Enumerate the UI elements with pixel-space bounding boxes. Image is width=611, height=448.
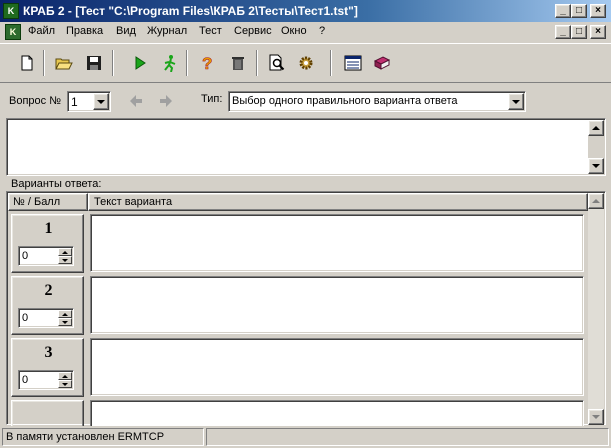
menu-test[interactable]: Тест [199,25,222,37]
spin-up-icon[interactable] [58,248,72,256]
answer-text-field[interactable] [90,338,584,396]
status-panel-left: В памяти установлен ERMTCP [2,428,204,446]
previous-arrow-icon[interactable] [129,94,143,108]
toolbar: ? [0,43,611,83]
menu-help[interactable]: ? [319,25,325,37]
mdi-minimize-button[interactable]: _ [555,25,571,39]
help-question-icon[interactable]: ? [195,51,219,75]
type-label: Тип: [201,93,223,105]
print-preview-icon[interactable] [265,51,289,75]
answer-number-cell: 2 0 [11,276,84,335]
column-header-number[interactable]: № / Балл [8,193,88,211]
answers-label: Варианты ответа: [11,178,102,190]
menu-window[interactable]: Окно [281,25,307,37]
answer-number: 3 [44,344,53,361]
scroll-up-icon[interactable] [588,193,604,209]
minimize-button[interactable]: _ [555,4,571,18]
score-spinner[interactable]: 0 [18,308,74,328]
spin-down-icon[interactable] [58,380,72,388]
spin-down-icon[interactable] [58,256,72,264]
running-man-icon[interactable] [158,51,182,75]
mdi-restore-button[interactable]: □ [571,25,587,39]
trash-delete-icon[interactable] [226,51,250,75]
question-number-dropdown[interactable]: 1 [67,91,111,112]
document-icon[interactable]: K [5,24,21,40]
spin-up-icon[interactable] [58,372,72,380]
menu-edit[interactable]: Правка [66,25,103,37]
question-number-value: 1 [71,95,78,109]
new-document-icon[interactable] [15,51,39,75]
question-scrollbar[interactable] [588,120,604,174]
scroll-down-icon[interactable] [588,158,604,174]
save-disk-icon[interactable] [82,51,106,75]
answer-text-field[interactable] [90,276,584,334]
book-icon[interactable] [370,51,394,75]
maximize-button[interactable]: □ [571,4,587,18]
grid-scrollbar[interactable] [588,193,604,425]
close-button[interactable]: × [590,4,606,18]
window-title: КРАБ 2 - [Тест "C:\Program Files\КРАБ 2\… [23,4,358,18]
chevron-down-icon[interactable] [508,93,524,110]
menu-bar: K Файл Правка Вид Журнал Тест Сервис Окн… [0,22,611,42]
question-type-value: Выбор одного правильного варианта ответа [232,95,458,107]
answer-number-cell: 3 0 [11,338,84,397]
status-bar: В памяти установлен ERMTCP [0,426,611,448]
menu-file[interactable]: Файл [28,25,55,37]
answer-number: 1 [44,220,53,237]
scroll-up-icon[interactable] [588,120,604,136]
answer-number-cell: 1 0 [11,214,84,273]
answer-text-field[interactable] [90,400,584,426]
title-bar[interactable]: K КРАБ 2 - [Тест "C:\Program Files\КРАБ … [0,0,611,22]
answer-row: 2 0 [8,274,588,336]
question-text-area[interactable] [6,118,606,176]
next-arrow-icon[interactable] [159,94,173,108]
chevron-down-icon[interactable] [93,93,109,110]
answer-number: 2 [44,282,53,299]
spin-down-icon[interactable] [58,318,72,326]
menu-journal[interactable]: Журнал [147,25,187,37]
answer-text-field[interactable] [90,214,584,272]
scroll-down-icon[interactable] [588,409,604,425]
svg-text:?: ? [202,54,212,72]
grid-header: № / Балл Текст варианта [8,193,588,211]
question-number-label: Вопрос № [9,95,62,107]
score-spinner[interactable]: 0 [18,246,74,266]
menu-service[interactable]: Сервис [234,25,272,37]
question-row: Вопрос № 1 Тип: Выбор одного правильного… [0,84,611,116]
answer-row: 3 0 [8,336,588,398]
settings-gear-icon[interactable] [294,51,318,75]
open-folder-icon[interactable] [52,51,76,75]
question-type-dropdown[interactable]: Выбор одного правильного варианта ответа [228,91,526,112]
status-panel-right [206,428,609,446]
play-run-icon[interactable] [128,51,152,75]
app-icon[interactable]: K [3,3,19,19]
score-spinner[interactable]: 0 [18,370,74,390]
score-value: 0 [22,312,29,324]
menu-view[interactable]: Вид [116,25,136,37]
mdi-close-button[interactable]: × [590,25,606,39]
score-value: 0 [22,374,29,386]
spin-up-icon[interactable] [58,310,72,318]
answer-row-partial [8,398,588,426]
score-value: 0 [22,250,29,262]
list-window-icon[interactable] [341,51,365,75]
answer-row: 1 0 [8,212,588,274]
column-header-text[interactable]: Текст варианта [88,193,588,211]
answer-number-cell [11,400,84,426]
answers-grid: № / Балл Текст варианта 1 0 2 0 3 0 [6,191,606,426]
